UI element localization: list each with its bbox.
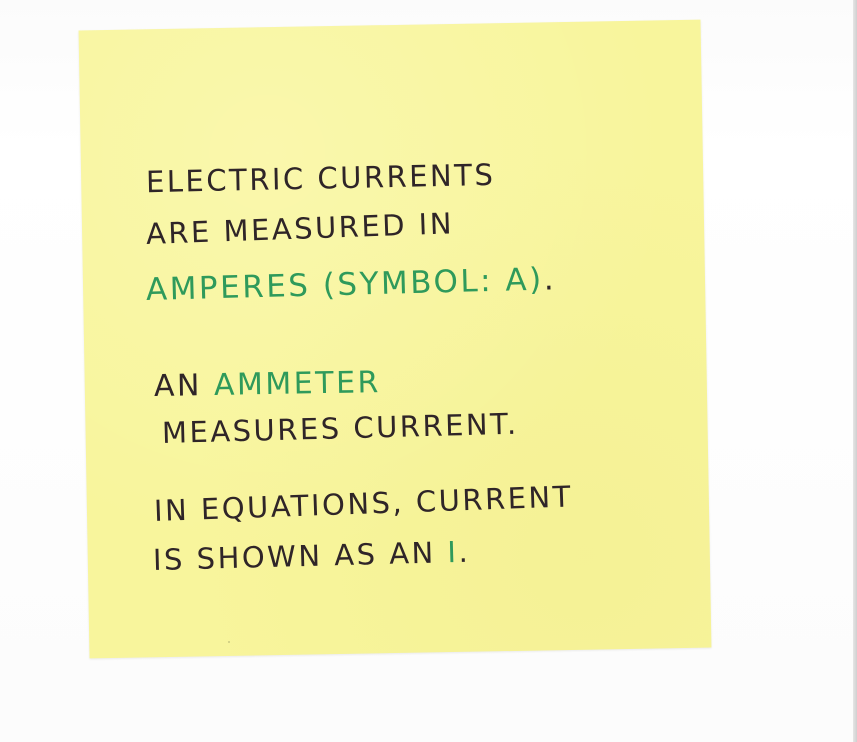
note-line-1: ELECTRIC CURRENTS (145, 157, 496, 200)
paper-speck (228, 641, 230, 643)
note-line-7-period: . (458, 534, 471, 569)
note-line-1-text: ELECTRIC CURRENTS (145, 157, 496, 200)
note-line-3-period: . (543, 261, 557, 298)
note-line-4-start: AN (153, 367, 215, 404)
scanner-edge (853, 0, 857, 742)
current-symbol-highlight: I (446, 535, 459, 570)
note-line-4: AN AMMETER (153, 365, 382, 404)
ammeter-highlight: AMMETER (213, 365, 382, 403)
note-line-7: IS SHOWN AS AN I. (153, 534, 471, 577)
